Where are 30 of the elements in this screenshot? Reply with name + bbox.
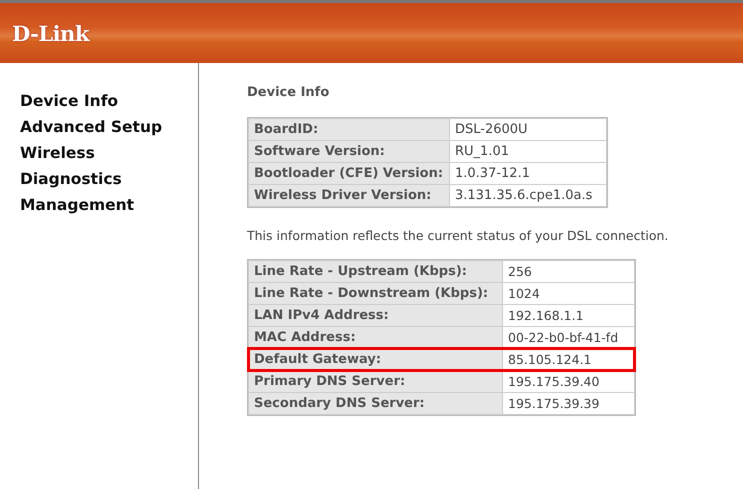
field-label: Line Rate - Upstream (Kbps): bbox=[249, 261, 502, 282]
field-value: 00-22-b0-bf-41-fd bbox=[503, 327, 634, 348]
field-label: BoardID: bbox=[249, 119, 449, 140]
field-value: 195.175.39.40 bbox=[503, 371, 634, 392]
field-value: 195.175.39.39 bbox=[503, 393, 634, 414]
field-label: Primary DNS Server: bbox=[249, 371, 502, 392]
field-label: Default Gateway: bbox=[249, 349, 502, 370]
sidebar-link[interactable]: Diagnostics bbox=[20, 166, 198, 192]
field-value: 1.0.37-12.1 bbox=[450, 163, 606, 184]
field-value: RU_1.01 bbox=[450, 141, 606, 162]
info-text: This information reflects the current status of your DSL connection. bbox=[247, 228, 668, 243]
field-value: 192.168.1.1 bbox=[503, 305, 634, 326]
sidebar-link[interactable]: Advanced Setup bbox=[20, 114, 198, 140]
field-value: 85.105.124.1 bbox=[503, 349, 634, 370]
field-value: 1024 bbox=[503, 283, 634, 304]
page-title: Device Info bbox=[247, 85, 330, 100]
field-label: Secondary DNS Server: bbox=[249, 393, 502, 414]
logo: D-Link bbox=[12, 20, 89, 46]
sidebar-link[interactable]: Device Info bbox=[20, 88, 198, 114]
field-label: MAC Address: bbox=[249, 327, 502, 348]
field-value: 256 bbox=[503, 261, 634, 282]
sidebar-link[interactable]: Wireless bbox=[20, 140, 198, 166]
field-label: LAN IPv4 Address: bbox=[249, 305, 502, 326]
field-label: Bootloader (CFE) Version: bbox=[249, 163, 449, 184]
field-value: 3.131.35.6.cpe1.0a.s bbox=[450, 185, 606, 206]
sidebar-link[interactable]: Management bbox=[20, 192, 198, 218]
field-label: Wireless Driver Version: bbox=[249, 185, 449, 206]
field-label: Software Version: bbox=[249, 141, 449, 162]
field-value: DSL-2600U bbox=[450, 119, 606, 140]
field-label: Line Rate - Downstream (Kbps): bbox=[249, 283, 502, 304]
